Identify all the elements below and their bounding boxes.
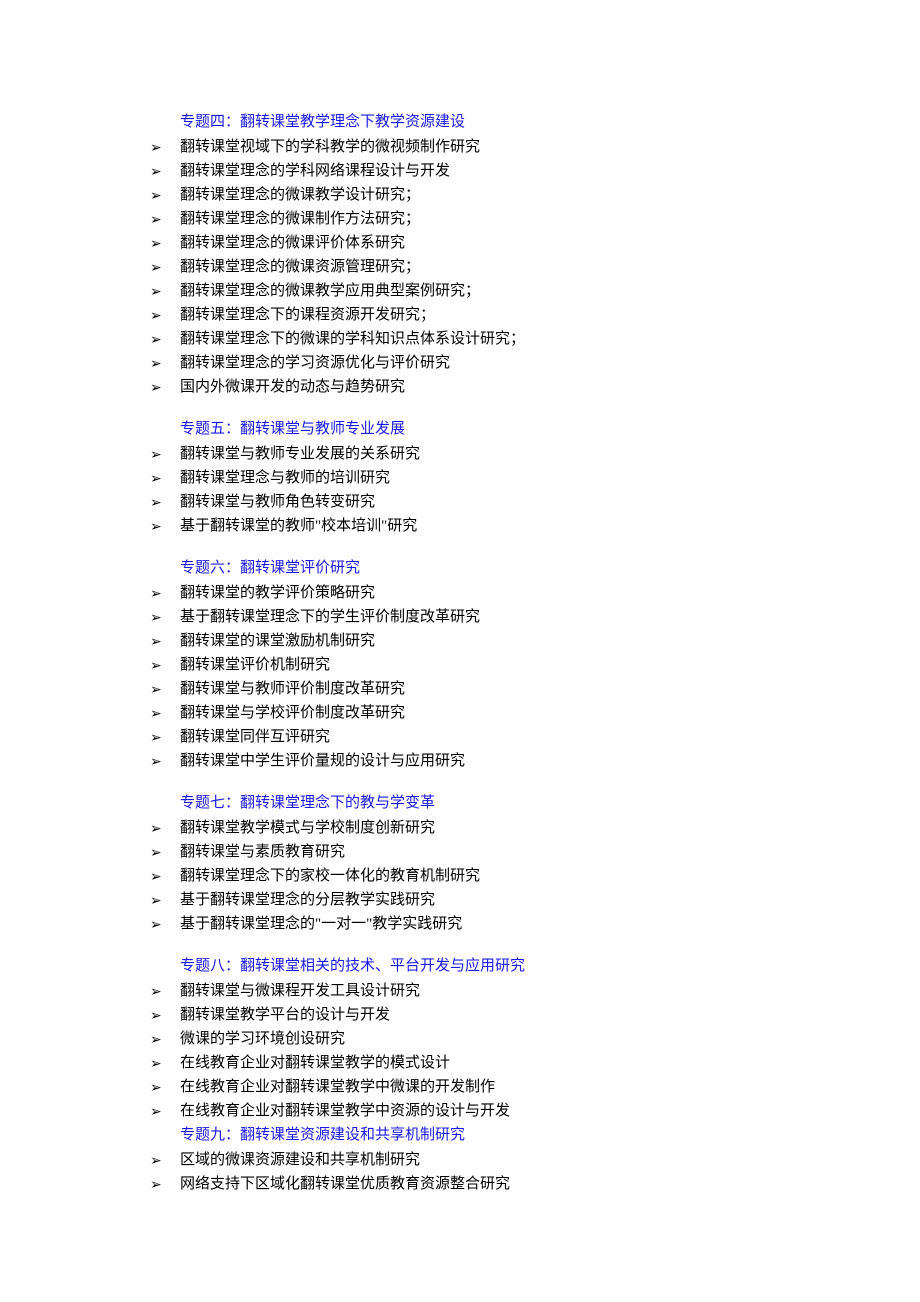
list-item: 翻转课堂理念的微课评价体系研究	[150, 231, 800, 255]
list-item: 翻转课堂理念的微课制作方法研究；	[150, 207, 800, 231]
section-title-8: 专题八：翻转课堂相关的技术、平台开发与应用研究	[180, 954, 800, 975]
list-section-4: 翻转课堂视域下的学科教学的微视频制作研究 翻转课堂理念的学科网络课程设计与开发 …	[150, 135, 800, 399]
list-item: 翻转课堂与素质教育研究	[150, 840, 800, 864]
list-item: 翻转课堂教学模式与学校制度创新研究	[150, 816, 800, 840]
section-title-9: 专题九：翻转课堂资源建设和共享机制研究	[180, 1123, 800, 1144]
list-item: 微课的学习环境创设研究	[150, 1027, 800, 1051]
list-section-7: 翻转课堂教学模式与学校制度创新研究 翻转课堂与素质教育研究 翻转课堂理念下的家校…	[150, 816, 800, 936]
document-page: 专题四：翻转课堂教学理念下教学资源建设 翻转课堂视域下的学科教学的微视频制作研究…	[0, 0, 920, 1276]
list-section-9: 区域的微课资源建设和共享机制研究 网络支持下区域化翻转课堂优质教育资源整合研究	[150, 1148, 800, 1196]
list-item: 基于翻转课堂理念的"一对一"教学实践研究	[150, 912, 800, 936]
section-title-6: 专题六：翻转课堂评价研究	[180, 556, 800, 577]
list-item: 翻转课堂理念的学科网络课程设计与开发	[150, 159, 800, 183]
list-section-8: 翻转课堂与微课程开发工具设计研究 翻转课堂教学平台的设计与开发 微课的学习环境创…	[150, 979, 800, 1123]
list-section-6: 翻转课堂的教学评价策略研究 基于翻转课堂理念下的学生评价制度改革研究 翻转课堂的…	[150, 581, 800, 773]
list-item: 翻转课堂理念的微课教学应用典型案例研究；	[150, 279, 800, 303]
list-item: 翻转课堂理念的微课资源管理研究；	[150, 255, 800, 279]
list-item: 翻转课堂理念下的微课的学科知识点体系设计研究；	[150, 327, 800, 351]
list-item: 翻转课堂与教师专业发展的关系研究	[150, 442, 800, 466]
list-item: 翻转课堂理念与教师的培训研究	[150, 466, 800, 490]
list-item: 在线教育企业对翻转课堂教学的模式设计	[150, 1051, 800, 1075]
list-item: 翻转课堂与教师评价制度改革研究	[150, 677, 800, 701]
list-item: 翻转课堂同伴互评研究	[150, 725, 800, 749]
list-item: 基于翻转课堂理念下的学生评价制度改革研究	[150, 605, 800, 629]
list-item: 在线教育企业对翻转课堂教学中微课的开发制作	[150, 1075, 800, 1099]
section-title-7: 专题七：翻转课堂理念下的教与学变革	[180, 791, 800, 812]
list-item: 翻转课堂理念下的课程资源开发研究；	[150, 303, 800, 327]
list-item: 翻转课堂与微课程开发工具设计研究	[150, 979, 800, 1003]
section-title-4: 专题四：翻转课堂教学理念下教学资源建设	[180, 110, 800, 131]
list-item: 翻转课堂中学生评价量规的设计与应用研究	[150, 749, 800, 773]
list-item: 翻转课堂理念下的家校一体化的教育机制研究	[150, 864, 800, 888]
list-item: 翻转课堂评价机制研究	[150, 653, 800, 677]
list-item: 区域的微课资源建设和共享机制研究	[150, 1148, 800, 1172]
list-item: 在线教育企业对翻转课堂教学中资源的设计与开发	[150, 1099, 800, 1123]
list-item: 翻转课堂的课堂激励机制研究	[150, 629, 800, 653]
list-item: 网络支持下区域化翻转课堂优质教育资源整合研究	[150, 1172, 800, 1196]
list-item: 国内外微课开发的动态与趋势研究	[150, 375, 800, 399]
list-item: 翻转课堂的教学评价策略研究	[150, 581, 800, 605]
list-section-5: 翻转课堂与教师专业发展的关系研究 翻转课堂理念与教师的培训研究 翻转课堂与教师角…	[150, 442, 800, 538]
list-item: 基于翻转课堂理念的分层教学实践研究	[150, 888, 800, 912]
list-item: 翻转课堂视域下的学科教学的微视频制作研究	[150, 135, 800, 159]
list-item: 翻转课堂理念的微课教学设计研究；	[150, 183, 800, 207]
list-item: 基于翻转课堂的教师"校本培训"研究	[150, 514, 800, 538]
list-item: 翻转课堂与学校评价制度改革研究	[150, 701, 800, 725]
section-title-5: 专题五：翻转课堂与教师专业发展	[180, 417, 800, 438]
list-item: 翻转课堂教学平台的设计与开发	[150, 1003, 800, 1027]
list-item: 翻转课堂与教师角色转变研究	[150, 490, 800, 514]
list-item: 翻转课堂理念的学习资源优化与评价研究	[150, 351, 800, 375]
